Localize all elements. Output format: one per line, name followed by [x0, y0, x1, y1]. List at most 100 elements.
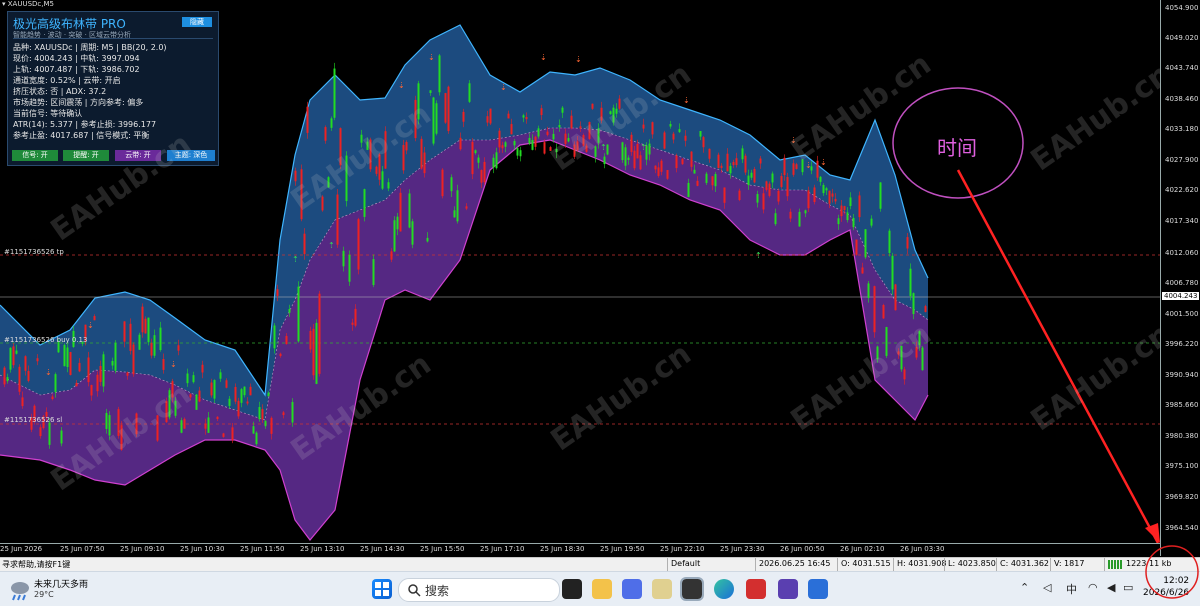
status-divider [1050, 558, 1051, 571]
candle-body [792, 163, 795, 175]
candle-body [12, 346, 15, 366]
candle-body [60, 430, 63, 444]
status-close: C: 4031.362 [1000, 559, 1049, 568]
file-explorer-icon[interactable] [592, 579, 612, 599]
candle-body [798, 211, 801, 227]
candle-body [804, 210, 807, 214]
candle-body [264, 420, 267, 427]
time-axis[interactable]: 25 Jun 2026 25 Jun 07:50 25 Jun 09:10 25 Ju… [0, 543, 1160, 557]
candle-body [9, 347, 12, 370]
sell-signal-arrow-icon: ⇣ [45, 368, 52, 377]
order-label-sl[interactable]: #1151736526 sl [4, 416, 62, 424]
candle-body [216, 416, 219, 420]
ime-indicator[interactable]: 中 [1066, 581, 1077, 597]
candle-body [771, 173, 774, 183]
price-tick-label: 4022.620 [1165, 186, 1199, 194]
panel-line-width: 通道宽度: 0.52% | 云带: 开启 [13, 76, 121, 85]
candle-body [363, 189, 366, 217]
time-tick-label: 26 Jun 02:10 [840, 545, 885, 553]
candle-body [288, 309, 291, 313]
candle-body [18, 366, 21, 392]
candle-body [444, 93, 447, 123]
chart-area[interactable]: ⇣ ⇣ ⇣ ⇡ ⇡ ⇣ ⇣ ⇣ ⇣ ⇣ ⇡ ⇡ ⇣ ⇡ ⇣ ⇣ ⇣ ▾ XAUUSDc,M5 #11517365… [0, 0, 1160, 543]
buy-signal-arrow-icon: ⇡ [640, 143, 647, 152]
candle-body [822, 185, 825, 194]
send-icon[interactable]: ◁ [1043, 581, 1051, 594]
volume-icon[interactable]: ◀ [1107, 581, 1115, 594]
candle-body [558, 124, 561, 128]
clock-time: 12:02 [1163, 576, 1190, 586]
candle-body [243, 386, 246, 396]
candle-body [48, 422, 51, 445]
candle-body [786, 177, 789, 197]
wifi-icon[interactable]: ◠ [1088, 581, 1098, 594]
buy-signal-arrow-icon: ⇡ [328, 241, 335, 250]
candle-body [348, 254, 351, 282]
candle-body [285, 336, 288, 345]
candle-body [423, 152, 426, 174]
edge-browser-icon[interactable] [714, 579, 734, 599]
candle-body [336, 194, 339, 245]
taskbar-search-input[interactable]: 搜索 [398, 578, 560, 602]
candle-body [225, 380, 228, 388]
candle-body [210, 382, 213, 396]
candle-body [765, 181, 768, 190]
connection-bars-icon [1108, 560, 1122, 569]
candle-body [486, 116, 489, 123]
candle-body [720, 165, 723, 168]
trading-app-icon[interactable] [808, 579, 828, 599]
candle-body [303, 233, 306, 255]
qq-icon[interactable] [680, 577, 704, 601]
candle-body [678, 129, 681, 133]
task-view-icon[interactable] [562, 579, 582, 599]
alert-toggle-button[interactable]: 提醒: 开 [63, 150, 109, 161]
candle-body [177, 345, 180, 351]
symbol-tab[interactable]: ▾ XAUUSDc,M5 [2, 0, 54, 8]
sell-signal-arrow-icon: ⇣ [87, 321, 94, 330]
status-profile[interactable]: Default [671, 559, 700, 568]
time-tick-label: 25 Jun 14:30 [360, 545, 405, 553]
candle-body [63, 344, 66, 367]
candle-body [627, 157, 630, 160]
tray-overflow-chevron-icon[interactable]: ⌃ [1020, 581, 1029, 594]
ec-app-icon[interactable] [746, 579, 766, 599]
status-open: O: 4031.515 [841, 559, 891, 568]
candle-body [231, 427, 234, 441]
order-label-tp[interactable]: #1151736526 tp [4, 248, 64, 256]
candle-body [519, 150, 522, 157]
sell-signal-arrow-icon: ⇣ [500, 83, 507, 92]
terminal-app-icon[interactable] [778, 579, 798, 599]
hide-panel-button[interactable]: 隐藏 [182, 17, 212, 27]
panel-line-trend: 市场趋势: 区间震荡 | 方向参考: 偏多 [13, 98, 144, 107]
candle-body [825, 188, 828, 191]
candle-body [93, 316, 96, 321]
candle-body [201, 364, 204, 373]
candle-body [780, 175, 783, 188]
app-icon[interactable] [652, 579, 672, 599]
candle-body [777, 191, 780, 202]
candle-body [744, 155, 747, 173]
candle-body [294, 170, 297, 182]
candle-body [351, 322, 354, 325]
candle-body [672, 133, 675, 140]
candle-body [66, 347, 69, 367]
candle-body [453, 210, 456, 218]
candle-body [465, 206, 468, 209]
candle-body [312, 328, 315, 376]
taskbar: 未来几天多雨 29°C 搜索 ⌃ ◁ 中 ◠ ◀ ▭ 12:02 2026/6/… [0, 571, 1200, 606]
candle-body [870, 218, 873, 226]
battery-icon[interactable]: ▭ [1123, 581, 1133, 594]
signal-toggle-button[interactable]: 信号: 开 [12, 150, 58, 161]
order-label-buy[interactable]: #1151736526 buy 0.13 [4, 336, 87, 344]
candle-body [621, 142, 624, 161]
windows-start-icon[interactable] [372, 579, 392, 599]
panel-line-price: 现价: 4004.243 | 中轨: 3997.094 [13, 54, 140, 63]
candle-body [69, 352, 72, 375]
system-clock[interactable]: 12:02 2026/6/26 [1143, 575, 1189, 599]
candle-body [270, 417, 273, 434]
price-axis[interactable]: 4054.900 4049.020 4043.740 4038.460 4033.180… [1160, 0, 1200, 556]
app-icon[interactable] [622, 579, 642, 599]
candle-body [399, 192, 402, 232]
status-high: H: 4031.908 [897, 559, 947, 568]
price-tick-label: 3975.100 [1165, 462, 1199, 470]
